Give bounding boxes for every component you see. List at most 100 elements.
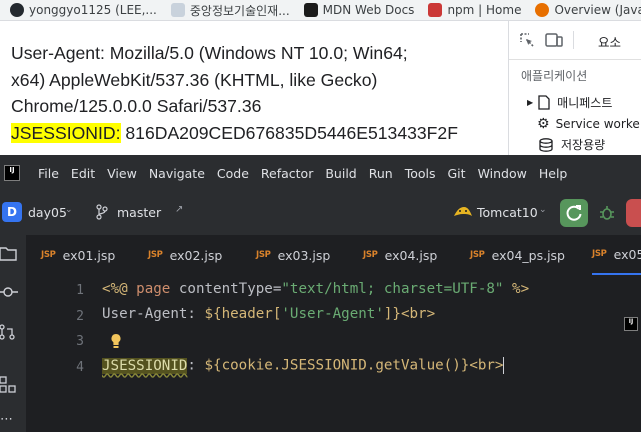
bookmark-label: Overview (Java... (554, 3, 641, 17)
jsp-file-icon: JSP (363, 250, 378, 260)
commit-icon[interactable] (0, 285, 18, 299)
structure-icon[interactable] (0, 375, 18, 393)
database-icon (539, 137, 553, 152)
devtools-toolbar: 요소 (509, 21, 641, 60)
line-number: 4 (76, 360, 84, 375)
toolbar-divider (573, 31, 574, 49)
tab-label: ex02.jsp (169, 247, 223, 263)
jsp-file-icon: JSP (41, 250, 56, 260)
tab-ex02[interactable]: JSP ex02.jsp (148, 235, 222, 275)
bookmark-mdn[interactable]: MDN Web Docs (303, 3, 415, 17)
code-editor[interactable]: <%@ page contentType="text/html; charset… (102, 275, 641, 432)
code-token: %> (503, 281, 530, 297)
ide-window: IJ File Edit View Navigate Code Refactor… (0, 155, 641, 432)
tab-ex03[interactable]: JSP ex03.jsp (256, 235, 330, 275)
code-token: page (136, 281, 171, 297)
run-configuration[interactable]: Tomcat10 (477, 205, 538, 220)
code-token: ]} (383, 306, 401, 322)
inspect-icon[interactable] (519, 32, 535, 48)
menu-file[interactable]: File (38, 166, 59, 181)
code-token: 'User-Agent' (281, 306, 384, 322)
jsessionid-value: 816DA209CED676835D5446E513433F2F (120, 122, 458, 143)
project-name[interactable]: day05 (28, 205, 67, 220)
tomcat-icon (454, 207, 472, 216)
github-icon (10, 3, 24, 17)
user-agent-line-3: Chrome/125.0.0.0 Safari/537.36 (11, 96, 262, 116)
bookmark-label: yonggyo1125 (LEE,... (29, 3, 157, 17)
tab-label: ex04.jsp (384, 247, 438, 263)
debug-icon[interactable] (598, 204, 616, 222)
menu-help[interactable]: Help (539, 166, 568, 181)
text-cursor (503, 357, 505, 374)
chevron-down-icon[interactable]: ⌄ (65, 205, 73, 215)
bookmark-java[interactable]: Overview (Java... (535, 3, 641, 17)
menu-refactor[interactable]: Refactor (261, 166, 313, 181)
bookmark-site[interactable]: 중앙정보기술인재... (170, 2, 290, 19)
code-token: ${cookie.JSESSIONID.getValue()} (204, 357, 470, 374)
java-icon (535, 3, 550, 17)
gear-icon: ⚙ (537, 116, 550, 132)
jsp-file-icon: JSP (592, 249, 607, 259)
more-icon[interactable]: ⋯ (0, 412, 13, 427)
pull-request-icon[interactable] (0, 323, 18, 341)
bookmark-npm[interactable]: npm | Home (428, 3, 521, 17)
code-token: "text/html; charset=UTF-8" (281, 281, 504, 297)
menu-navigate[interactable]: Navigate (149, 166, 205, 181)
code-line-4: JSESSIONID: ${cookie.JSESSIONID.getValue… (102, 357, 505, 374)
lightbulb-icon[interactable] (110, 333, 122, 349)
page-content: User-Agent: Mozilla/5.0 (Windows NT 10.0… (11, 40, 506, 146)
tab-ex05[interactable]: JSP ex05. (592, 235, 641, 275)
device-toolbar-icon[interactable] (545, 31, 563, 49)
branch-name[interactable]: master (117, 205, 161, 220)
tab-label: ex03.jsp (277, 247, 331, 263)
bookmark-label: npm | Home (447, 3, 522, 17)
folder-icon[interactable] (0, 244, 18, 262)
chevron-down-icon[interactable]: ⌄ (539, 205, 547, 215)
line-number: 2 (76, 309, 84, 324)
menu-view[interactable]: View (107, 166, 137, 181)
code-line-1: <%@ page contentType="text/html; charset… (102, 281, 529, 297)
git-branch-icon (96, 204, 108, 220)
tab-label: ex01.jsp (62, 247, 116, 263)
tab-ex01[interactable]: JSP ex01.jsp (41, 235, 115, 275)
tab-ex04-ps[interactable]: JSP ex04_ps.jsp (470, 235, 565, 275)
caret-right-icon: ▶ (527, 98, 534, 107)
ide-toolbar: D day05 ⌄ master ↗ Tomcat10 ⌄ (0, 191, 641, 236)
menu-build[interactable]: Build (325, 166, 356, 181)
code-token: ${header[ (204, 306, 282, 322)
mdn-icon (303, 3, 318, 17)
stop-button[interactable] (626, 199, 641, 227)
devtools-item-manifest[interactable]: ▶ 매니페스트 (527, 94, 612, 111)
menu-run[interactable]: Run (369, 166, 393, 181)
devtools-item-storage[interactable]: 저장용량 (527, 136, 605, 153)
tab-ex04[interactable]: JSP ex04.jsp (363, 235, 437, 275)
tab-label: ex05. (613, 246, 641, 262)
rerun-button[interactable] (560, 199, 588, 227)
bookmark-github[interactable]: yonggyo1125 (LEE,... (10, 3, 157, 17)
jsessionid-label: JSESSIONID: (11, 122, 121, 143)
devtools-item-service-worker[interactable]: ⚙ Service worke (527, 116, 640, 132)
menu-edit[interactable]: Edit (71, 166, 95, 181)
menu-git[interactable]: Git (448, 166, 466, 181)
menu-code[interactable]: Code (217, 166, 249, 181)
menu-tools[interactable]: Tools (405, 166, 436, 181)
project-badge: D (2, 202, 22, 222)
application-section-title: 애플리케이션 (521, 69, 588, 83)
code-line-2: User-Agent: ${header['User-Agent']}<br> (102, 306, 435, 322)
bookmark-label: MDN Web Docs (322, 3, 415, 17)
user-agent-line-1: User-Agent: Mozilla/5.0 (Windows NT 10.0… (11, 43, 408, 63)
devtools-item-label: Service worke (555, 117, 640, 131)
line-number-gutter: 1 2 3 4 (26, 275, 102, 432)
tab-elements[interactable]: 요소 (598, 32, 621, 51)
intellij-small-icon: IJ (624, 317, 638, 331)
code-token-jsessionid: JSESSIONID (102, 357, 188, 374)
npm-icon (428, 3, 443, 17)
branch-arrow-icon[interactable]: ↗ (175, 204, 183, 215)
jsp-file-icon: JSP (470, 250, 485, 260)
jsp-file-icon: JSP (256, 250, 271, 260)
ide-menubar: IJ File Edit View Navigate Code Refactor… (0, 155, 641, 191)
menu-window[interactable]: Window (478, 166, 527, 181)
code-token: User-Agent: (102, 306, 205, 322)
bookmark-site-icon (170, 3, 185, 17)
code-token: <%@ (102, 281, 137, 297)
